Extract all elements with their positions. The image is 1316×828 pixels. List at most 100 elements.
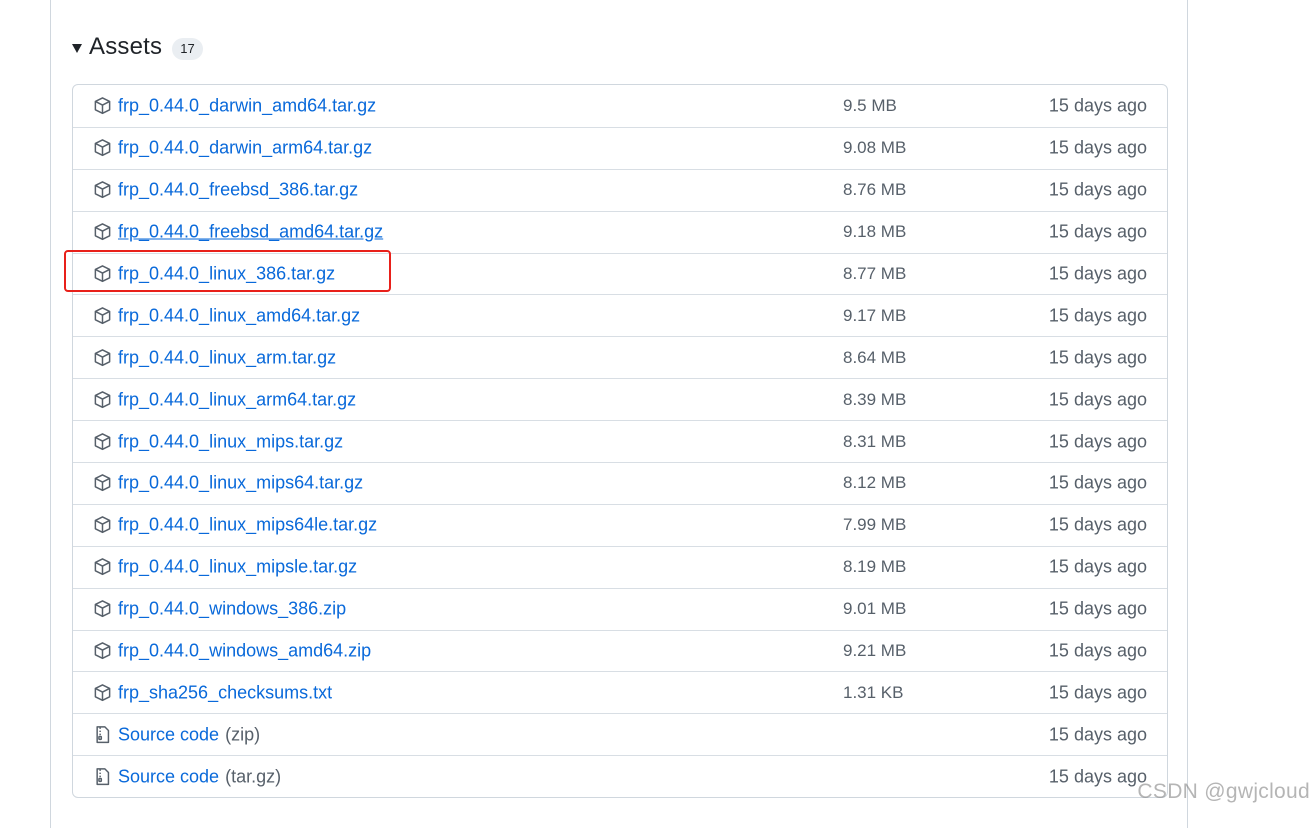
package-icon xyxy=(93,557,112,576)
package-icon xyxy=(93,306,112,325)
asset-download-link[interactable]: frp_0.44.0_darwin_arm64.tar.gz xyxy=(118,138,372,159)
asset-size: 8.77 MB xyxy=(843,264,907,283)
asset-row: frp_0.44.0_linux_386.tar.gz 8.77 MB 15 day… xyxy=(73,252,1167,295)
asset-name: frp_0.44.0_linux_mips.tar.gz xyxy=(118,431,344,452)
assets-header[interactable]: Assets 17 xyxy=(72,30,203,64)
asset-size: 8.31 MB xyxy=(843,431,907,451)
asset-row: frp_sha256_checksums.txt 1.31 KB 15 days a… xyxy=(73,671,1167,713)
asset-row: frp_0.44.0_linux_mipsle.tar.gz 8.19 MB 15 … xyxy=(73,545,1167,588)
asset-download-link[interactable]: frp_0.44.0_linux_mips64le.tar.gz xyxy=(118,515,377,536)
asset-download-link[interactable]: Source code (tar.gz) xyxy=(118,766,281,787)
asset-download-link[interactable]: frp_0.44.0_windows_386.zip xyxy=(118,599,346,620)
asset-size: 9.08 MB xyxy=(843,138,907,158)
package-icon xyxy=(93,474,112,493)
caret-down-icon[interactable] xyxy=(72,43,82,53)
asset-download-link[interactable]: frp_0.44.0_linux_mips.tar.gz xyxy=(118,431,343,452)
asset-download-link[interactable]: frp_0.44.0_darwin_amd64.tar.gz xyxy=(118,95,376,116)
asset-date: 15 days ago xyxy=(1048,640,1147,661)
asset-format-suffix: (tar.gz) xyxy=(225,766,282,787)
asset-date: 15 days ago xyxy=(1048,347,1147,368)
asset-size: 7.99 MB xyxy=(843,515,907,535)
asset-date: 15 days ago xyxy=(1048,137,1147,158)
asset-name: frp_0.44.0_freebsd_386.tar.gz xyxy=(118,179,359,200)
asset-name: frp_0.44.0_linux_mipsle.tar.gz xyxy=(118,556,358,577)
asset-format-suffix: (zip) xyxy=(225,724,261,745)
assets-count-badge: 17 xyxy=(172,38,203,60)
asset-name: frp_0.44.0_linux_arm.tar.gz xyxy=(118,347,337,368)
asset-name: frp_0.44.0_linux_arm64.tar.gz xyxy=(118,389,357,410)
asset-download-link[interactable]: frp_0.44.0_linux_mips64.tar.gz xyxy=(118,473,363,494)
asset-date: 15 days ago xyxy=(1048,221,1147,242)
asset-download-link[interactable]: frp_0.44.0_freebsd_386.tar.gz xyxy=(118,180,358,201)
asset-date: 15 days ago xyxy=(1048,766,1147,787)
asset-name: Source code xyxy=(118,724,220,745)
asset-size: 9.18 MB xyxy=(843,222,907,242)
asset-row: frp_0.44.0_linux_mips.tar.gz 8.31 MB 15 da… xyxy=(73,420,1167,462)
asset-size: 9.17 MB xyxy=(843,305,907,325)
assets-title: Assets xyxy=(89,33,163,60)
asset-size: 9.5 MB xyxy=(843,95,897,115)
asset-name: frp_0.44.0_windows_amd64.zip xyxy=(118,640,372,661)
asset-download-link[interactable]: frp_0.44.0_linux_arm.tar.gz xyxy=(118,347,336,368)
asset-size: 8.19 MB xyxy=(843,557,907,577)
asset-name: frp_0.44.0_linux_mips64.tar.gz xyxy=(118,472,364,493)
asset-download-link[interactable]: frp_0.44.0_windows_amd64.zip xyxy=(118,641,371,662)
asset-name: frp_0.44.0_linux_386.tar.gz xyxy=(118,263,336,284)
asset-download-link[interactable]: frp_0.44.0_linux_arm64.tar.gz xyxy=(118,389,356,410)
asset-download-link[interactable]: frp_0.44.0_linux_mipsle.tar.gz xyxy=(118,557,357,578)
asset-date: 15 days ago xyxy=(1048,305,1147,326)
asset-download-link[interactable]: frp_0.44.0_linux_386.tar.gz xyxy=(118,264,335,285)
asset-download-link[interactable]: frp_0.44.0_freebsd_amd64.tar.gz xyxy=(118,222,383,243)
asset-date: 15 days ago xyxy=(1048,263,1147,284)
asset-date: 15 days ago xyxy=(1048,431,1147,452)
file-zip-icon xyxy=(93,767,112,786)
package-icon xyxy=(93,390,112,409)
asset-size: 8.76 MB xyxy=(843,180,907,200)
asset-row: frp_0.44.0_linux_mips64.tar.gz 8.12 MB 15 … xyxy=(73,462,1167,504)
package-icon xyxy=(93,96,112,115)
asset-download-link[interactable]: frp_0.44.0_linux_amd64.tar.gz xyxy=(118,305,360,326)
package-icon xyxy=(93,599,112,618)
asset-row: frp_0.44.0_windows_amd64.zip 9.21 MB 15 da… xyxy=(73,629,1167,672)
asset-download-link[interactable]: frp_sha256_checksums.txt xyxy=(118,682,332,703)
asset-list: frp_0.44.0_darwin_amd64.tar.gz 9.5 MB 15 d… xyxy=(72,84,1168,799)
asset-row: frp_0.44.0_linux_arm.tar.gz 8.64 MB 15 day… xyxy=(73,336,1167,378)
asset-row: frp_0.44.0_linux_arm64.tar.gz 8.39 MB 15 d… xyxy=(73,378,1167,420)
asset-date: 15 days ago xyxy=(1048,682,1147,703)
package-icon xyxy=(93,222,112,241)
asset-date: 15 days ago xyxy=(1048,514,1147,535)
asset-download-link[interactable]: Source code (zip) xyxy=(118,724,260,745)
asset-date: 15 days ago xyxy=(1048,95,1147,116)
asset-size: 9.01 MB xyxy=(843,599,907,619)
asset-size: 8.12 MB xyxy=(843,473,907,493)
asset-row: frp_0.44.0_linux_amd64.tar.gz 9.17 MB 15 d… xyxy=(73,294,1167,336)
asset-name: frp_0.44.0_linux_mips64le.tar.gz xyxy=(118,514,378,535)
asset-name: frp_0.44.0_windows_386.zip xyxy=(118,598,347,619)
package-icon xyxy=(93,683,112,702)
asset-row: frp_0.44.0_freebsd_386.tar.gz 8.76 MB 15 d… xyxy=(73,168,1167,211)
package-icon xyxy=(93,432,112,451)
asset-row: frp_0.44.0_freebsd_amd64.tar.gz 9.18 MB 15… xyxy=(73,210,1167,253)
package-icon xyxy=(93,641,112,660)
asset-date: 15 days ago xyxy=(1048,389,1147,410)
asset-name: frp_0.44.0_darwin_arm64.tar.gz xyxy=(118,137,373,158)
asset-size: 8.39 MB xyxy=(843,389,907,409)
asset-name: Source code xyxy=(118,766,220,787)
package-icon xyxy=(93,180,112,199)
package-icon xyxy=(93,264,112,283)
package-icon xyxy=(93,348,112,367)
asset-date: 15 days ago xyxy=(1048,472,1147,493)
asset-name: frp_0.44.0_freebsd_amd64.tar.gz xyxy=(118,221,384,242)
package-icon xyxy=(93,515,112,534)
asset-row: Source code (tar.gz) 15 days ago xyxy=(73,755,1167,797)
asset-date: 15 days ago xyxy=(1048,598,1147,619)
asset-date: 15 days ago xyxy=(1048,556,1147,577)
asset-size: 1.31 KB xyxy=(843,682,904,702)
watermark: CSDN @gwjcloud xyxy=(1137,780,1310,803)
asset-name: frp_0.44.0_linux_amd64.tar.gz xyxy=(118,305,361,326)
package-icon xyxy=(93,138,112,157)
asset-name: frp_sha256_checksums.txt xyxy=(118,682,333,703)
file-zip-icon xyxy=(93,725,112,744)
asset-size: 9.21 MB xyxy=(843,641,907,661)
asset-date: 15 days ago xyxy=(1048,179,1147,200)
